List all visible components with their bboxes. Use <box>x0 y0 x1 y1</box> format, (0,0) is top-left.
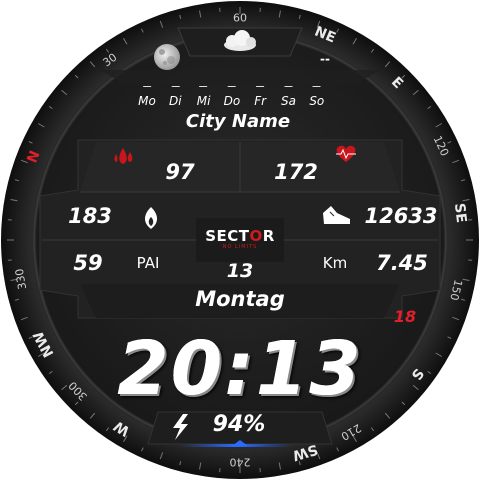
bezel-marker-se: SE <box>451 202 470 224</box>
weekday-strip: Mo Di Mi Do Fr Sa So <box>0 86 480 110</box>
bezel-marker-60: 60 <box>233 11 247 25</box>
weekday-1: Mo <box>138 86 156 108</box>
top-plate <box>100 70 380 84</box>
weekday-indicator <box>171 86 180 87</box>
weekday-4: Do <box>223 86 241 108</box>
weekday-indicator <box>142 86 151 87</box>
calories-value: 97 <box>165 160 195 184</box>
pai-value: 59 <box>73 251 103 275</box>
brand-logo: SECTOR NO LIMITS <box>205 227 275 251</box>
weekday-2: Di <box>169 86 182 108</box>
weekday-label: So <box>309 94 325 108</box>
weekday-label: Mi <box>196 94 211 108</box>
weekday-indicator <box>312 86 321 87</box>
city-name: City Name <box>185 111 291 132</box>
heart-rate-value: 172 <box>274 160 318 184</box>
full-moon-icon <box>154 44 180 70</box>
steps-value: 12633 <box>364 204 438 228</box>
weekday-indicator <box>256 86 265 87</box>
weekday-indicator <box>284 86 293 87</box>
weekday-indicator <box>227 86 236 87</box>
pai-label: PAI <box>136 254 160 272</box>
weekday-label: Fr <box>254 94 267 108</box>
distance-label: Km <box>322 254 348 272</box>
battery-percent: 94% <box>212 412 266 437</box>
time-display: 20:13 <box>117 326 363 412</box>
weekday-6: Sa <box>281 86 296 108</box>
bezel-marker-240: 240 <box>229 455 251 469</box>
date-weekday: Montag <box>195 287 285 311</box>
weekday-3: Mi <box>196 86 211 108</box>
date-day: 13 <box>226 260 254 282</box>
distance-value: 7.45 <box>376 251 428 275</box>
temperature-value: -- <box>320 52 330 66</box>
weekday-label: Mo <box>138 94 156 108</box>
seconds-value: 18 <box>393 307 417 326</box>
burn-value: 183 <box>68 204 112 228</box>
weekday-label: Do <box>223 94 241 108</box>
weekday-5: Fr <box>254 86 267 108</box>
weekday-label: Sa <box>281 94 296 108</box>
weekday-indicator <box>199 86 208 87</box>
weekday-7: So <box>309 86 325 108</box>
weekday-label: Di <box>169 94 182 108</box>
